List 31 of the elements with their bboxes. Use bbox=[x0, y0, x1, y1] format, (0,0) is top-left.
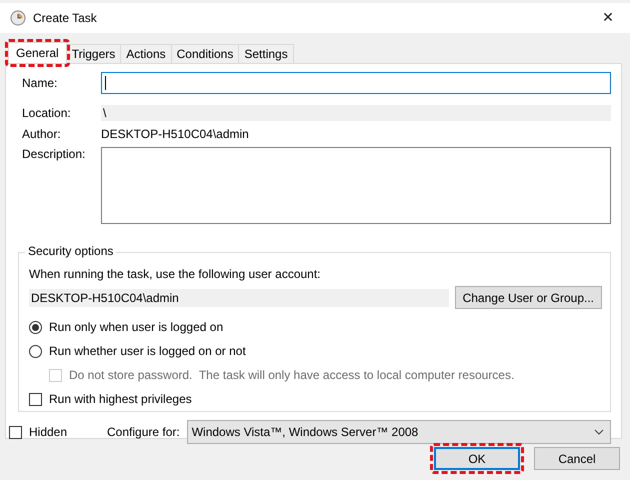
close-button[interactable]: ✕ bbox=[586, 3, 630, 33]
dialog-button[interactable]: OK bbox=[434, 447, 520, 470]
hidden-label: Hidden bbox=[29, 425, 68, 439]
author-value: DESKTOP-H510C04\admin bbox=[101, 127, 249, 141]
field-label: Name: bbox=[22, 76, 58, 90]
tab[interactable]: Settings bbox=[238, 44, 294, 63]
field-label: Location: bbox=[22, 106, 72, 120]
field-label: Description: bbox=[22, 147, 86, 161]
chevron-down-icon bbox=[594, 429, 604, 435]
configure-dropdown[interactable]: Windows Vista™, Windows Server™ 2008 bbox=[186, 420, 611, 444]
field-label: Author: bbox=[22, 127, 62, 141]
group-title: Security options bbox=[25, 244, 116, 258]
radio-button[interactable] bbox=[29, 344, 42, 358]
option-label: Do not store password. The task will only have access to local computer resources. bbox=[69, 368, 514, 382]
prompt-text: When running the task, use the following user account: bbox=[29, 267, 322, 281]
window-title: Create Task bbox=[33, 11, 97, 25]
configure-label: Configure for: bbox=[107, 425, 180, 439]
change-user-button[interactable]: Change User or Group... bbox=[454, 286, 602, 309]
radio-button[interactable] bbox=[29, 320, 42, 334]
account-value: DESKTOP-H510C04\admin bbox=[29, 288, 449, 306]
dialog-button[interactable]: Cancel bbox=[534, 447, 620, 470]
option-label: Run only when user is logged on bbox=[49, 320, 224, 334]
tab[interactable]: Triggers bbox=[66, 44, 122, 63]
name-field[interactable] bbox=[101, 72, 611, 94]
clock-icon bbox=[10, 10, 26, 26]
option-label: Run whether user is logged on or not bbox=[49, 344, 246, 358]
checkbox[interactable] bbox=[29, 392, 42, 406]
location-value: \ bbox=[101, 105, 611, 121]
checkbox[interactable] bbox=[9, 426, 22, 438]
option-label: Run with highest privileges bbox=[49, 392, 192, 406]
description-field[interactable] bbox=[101, 147, 611, 224]
